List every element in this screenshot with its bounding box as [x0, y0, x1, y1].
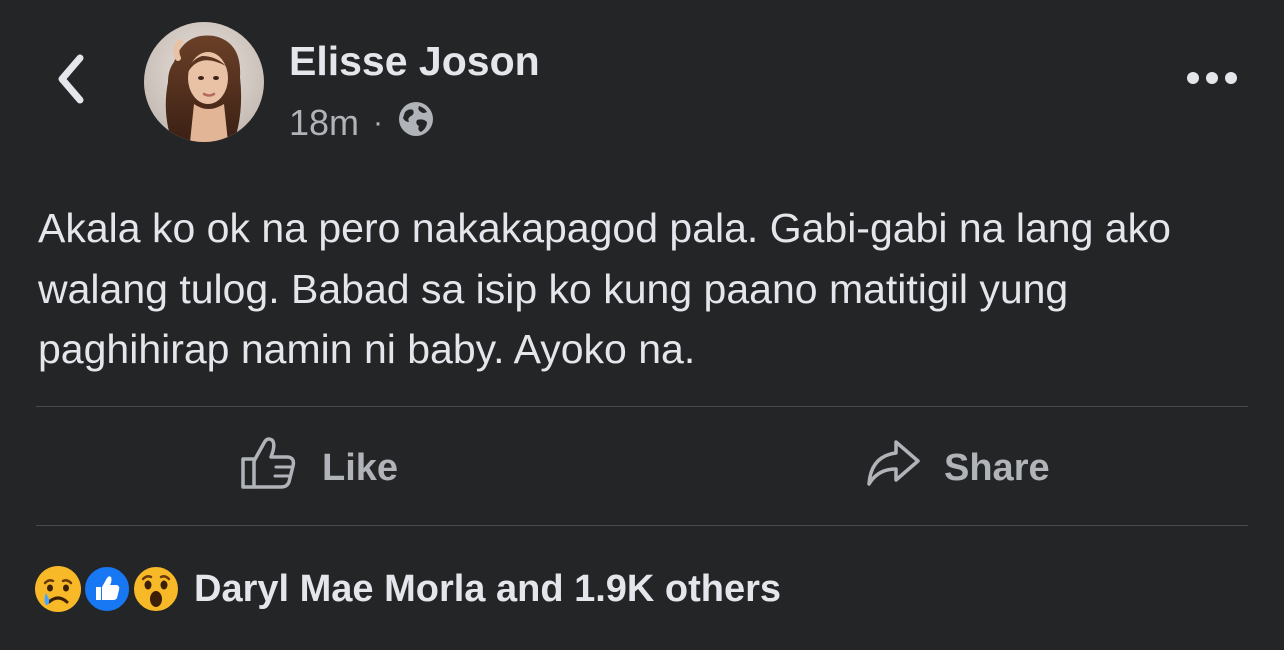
like-reaction-icon — [83, 565, 131, 613]
like-label: Like — [322, 446, 399, 489]
chevron-left-icon — [54, 52, 88, 111]
globe-icon[interactable] — [397, 100, 435, 147]
more-options-button[interactable] — [1180, 60, 1244, 100]
wow-emoji-icon — [132, 565, 180, 613]
thumbs-up-icon — [240, 435, 298, 501]
share-label: Share — [944, 446, 1050, 489]
like-button[interactable]: Like — [240, 428, 398, 508]
back-button[interactable] — [46, 50, 96, 112]
post-meta: 18m · — [289, 101, 435, 145]
meta-separator: · — [373, 106, 384, 139]
reaction-icons — [34, 562, 180, 616]
share-button[interactable]: Share — [866, 428, 1050, 508]
share-arrow-icon — [866, 438, 920, 498]
author-name[interactable]: Elisse Joson — [289, 38, 540, 85]
divider-bottom — [36, 525, 1248, 526]
post-text: Akala ko ok na pero nakakapagod pala. Ga… — [38, 205, 1171, 372]
sad-emoji-icon — [34, 565, 82, 613]
more-horizontal-icon — [1186, 71, 1238, 90]
reactions-summary[interactable]: Daryl Mae Morla and 1.9K others — [34, 562, 781, 616]
reactions-summary-text: Daryl Mae Morla and 1.9K others — [194, 567, 782, 610]
post-timestamp[interactable]: 18m — [289, 102, 359, 144]
avatar[interactable] — [144, 22, 264, 142]
divider-top — [36, 406, 1248, 407]
